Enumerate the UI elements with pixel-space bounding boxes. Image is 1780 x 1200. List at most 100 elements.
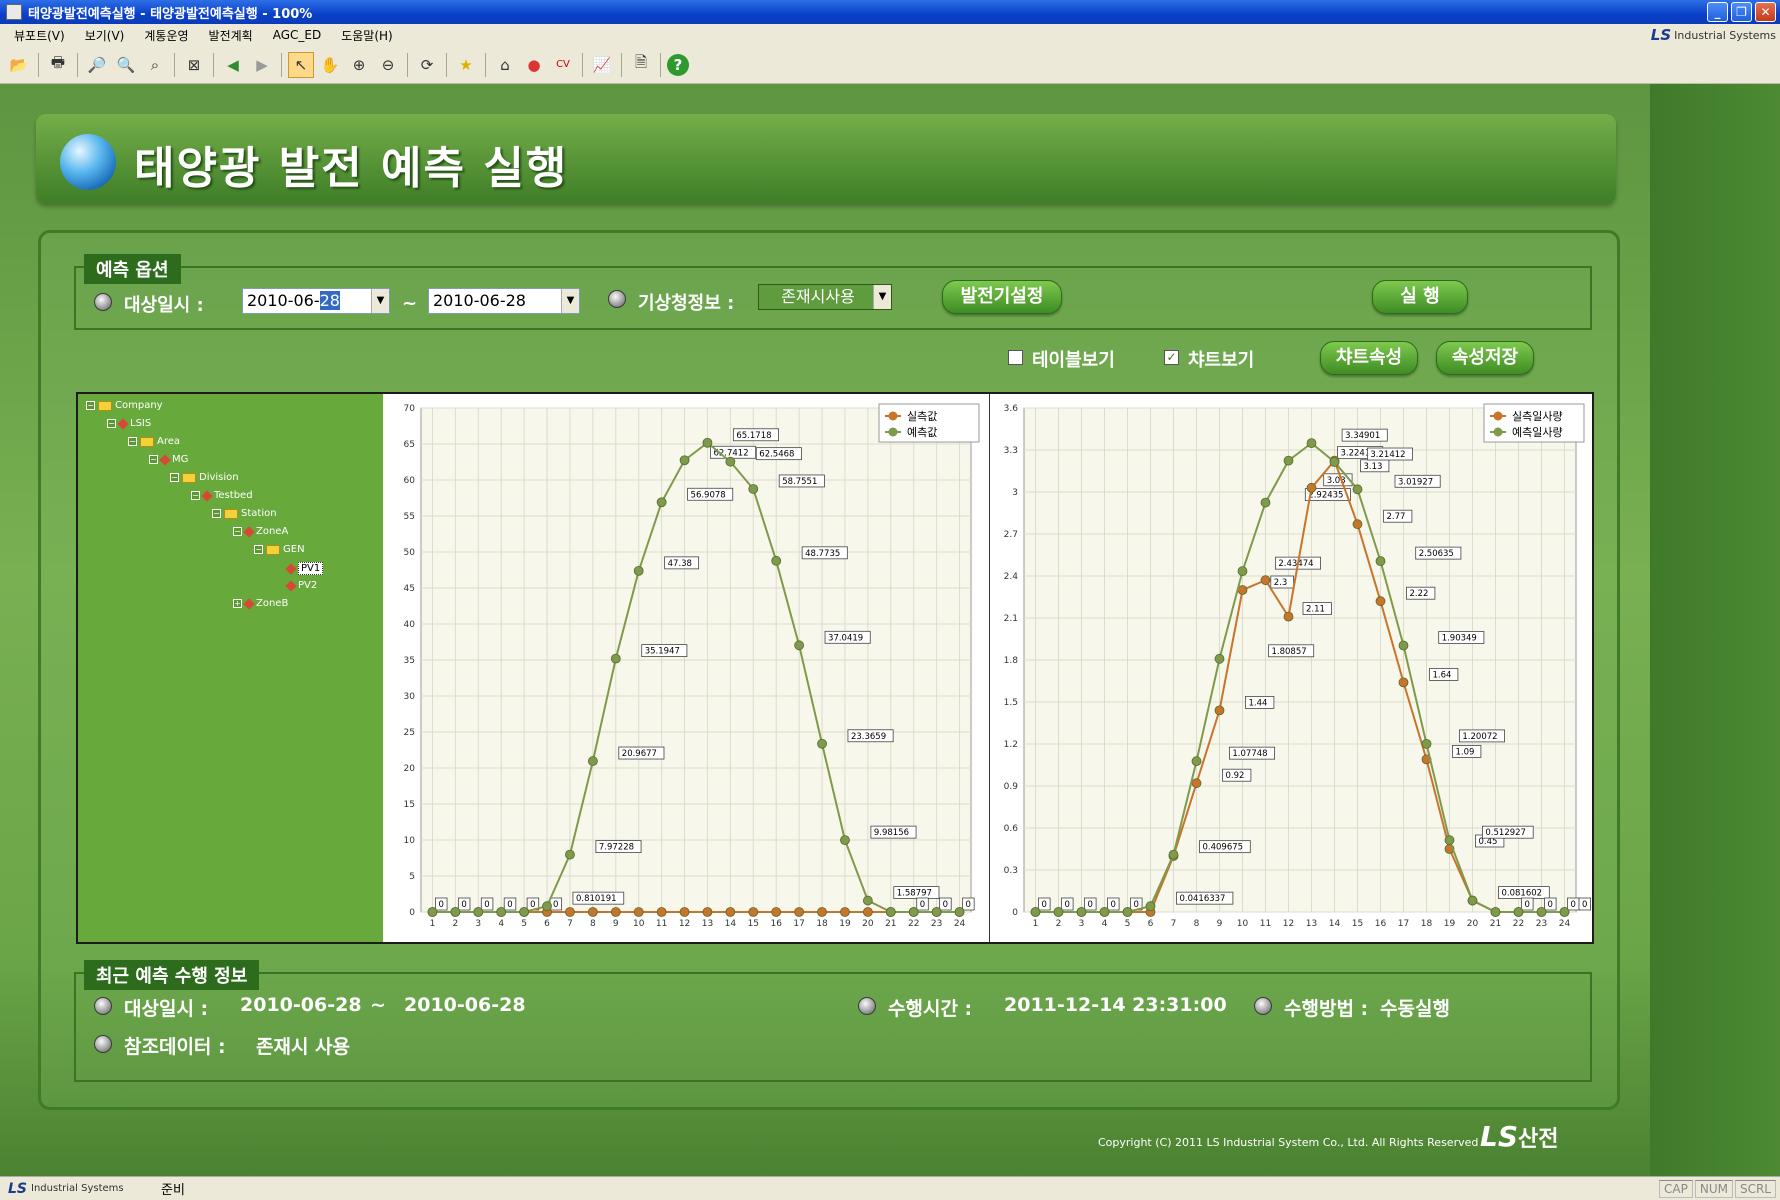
help-icon[interactable]: ? xyxy=(667,53,689,76)
folder-icon xyxy=(140,436,154,447)
series-point xyxy=(1398,640,1409,651)
chart-props-button[interactable]: 챠트속성 xyxy=(1320,341,1418,375)
find-icon[interactable]: 🔎 xyxy=(84,52,110,78)
expand-toggle-icon[interactable]: − xyxy=(233,527,242,536)
y-tick-label: 45 xyxy=(404,584,415,594)
data-label: 0.081602 xyxy=(1502,889,1543,899)
menu-grid-operation[interactable]: 계통운영 xyxy=(134,27,198,44)
alarm-icon[interactable]: 🗎 xyxy=(628,52,654,78)
data-label: 0 xyxy=(1042,900,1047,910)
y-tick-label: 2.7 xyxy=(1004,530,1018,540)
data-label: 2.50635 xyxy=(1419,549,1454,559)
tree-view: − Company − LSIS − Area − MG − Division − Testbed − S… xyxy=(78,394,383,942)
print-icon[interactable]: 🖶 xyxy=(45,52,71,78)
chart-svg: 1 2 3 4 5 6 7 8 9 10 11 12 13 14 15 16 17 18 19 20 21 22 23 240… xyxy=(404,403,980,929)
tree-node-division[interactable]: − Division xyxy=(170,472,239,483)
expand-toggle-icon[interactable]: − xyxy=(212,509,221,518)
legend-label: 예측값 xyxy=(907,426,937,439)
tree-node-area[interactable]: − Area xyxy=(128,436,180,447)
tree-node-gen[interactable]: − GEN xyxy=(254,544,305,555)
tree-node-zonea[interactable]: − ZoneA xyxy=(233,525,288,538)
expand-toggle-icon[interactable]: − xyxy=(107,419,116,428)
x-tick-label: 7 xyxy=(1171,919,1177,929)
menu-help[interactable]: 도움말(H) xyxy=(331,27,403,44)
pan-hand-icon[interactable]: ✋ xyxy=(317,52,343,78)
zoom-in-icon[interactable]: ⊕ xyxy=(346,52,372,78)
expand-toggle-icon[interactable]: − xyxy=(191,491,200,500)
chevron-down-icon[interactable]: ▼ xyxy=(371,289,389,313)
data-label: 2.43474 xyxy=(1278,559,1313,569)
tree-node-zoneb[interactable]: + ZoneB xyxy=(233,597,288,610)
pointer-icon[interactable]: ↖ xyxy=(288,51,314,78)
legend-label: 실측일사량 xyxy=(1512,409,1563,423)
generator-setting-button[interactable]: 발전기설정 xyxy=(942,280,1062,314)
tree-node-pv2[interactable]: PV2 xyxy=(275,579,317,592)
y-tick-label: 2.1 xyxy=(1004,614,1018,624)
data-label: 1.64 xyxy=(1433,670,1452,680)
chart-view-checkbox[interactable]: ✓ xyxy=(1164,350,1179,365)
tree-node-station[interactable]: − Station xyxy=(212,508,277,519)
x-tick-label: 21 xyxy=(885,919,896,929)
cv-icon[interactable]: CV xyxy=(550,52,576,78)
data-label: 0 xyxy=(1582,900,1587,910)
run-button[interactable]: 실 행 xyxy=(1372,280,1468,314)
refresh-icon[interactable]: ⟳ xyxy=(414,52,440,78)
series-point xyxy=(1559,907,1570,917)
menu-bar: 뷰포트(V) 보기(V) 계통운영 발전계획 AGC_ED 도움말(H) xyxy=(0,24,1780,46)
series-point xyxy=(587,756,598,766)
tree-node-testbed[interactable]: − Testbed xyxy=(191,489,253,502)
series-point xyxy=(587,907,598,917)
weather-radio[interactable] xyxy=(608,290,626,308)
diamond-icon xyxy=(243,597,255,610)
tree-node-mg[interactable]: − MG xyxy=(149,453,188,466)
series-point xyxy=(1306,482,1317,493)
series-point xyxy=(817,738,827,749)
expand-toggle-icon[interactable]: − xyxy=(149,455,158,464)
open-folder-icon[interactable]: 📂 xyxy=(6,52,32,78)
tree-node-pv1[interactable]: PV1 xyxy=(275,562,324,575)
scrl-indicator: SCRL xyxy=(1734,1179,1776,1198)
power-chart: 1 2 3 4 5 6 7 8 9 10 11 12 13 14 15 16 17 18 19 20 21 22 23 24 0… xyxy=(387,394,987,942)
chevron-down-icon[interactable]: ▼ xyxy=(561,289,579,313)
data-label: 1.58797 xyxy=(897,889,932,899)
expand-toggle-icon[interactable]: − xyxy=(254,545,263,554)
find-all-icon[interactable]: ⌕ xyxy=(142,52,168,78)
record-icon[interactable]: ● xyxy=(521,52,547,78)
favorites-star-icon[interactable]: ★ xyxy=(453,52,479,78)
y-tick-label: 1.8 xyxy=(1004,656,1019,666)
menu-viewport[interactable]: 뷰포트(V) xyxy=(4,27,75,44)
chevron-down-icon[interactable]: ▼ xyxy=(873,285,891,309)
fit-window-icon[interactable]: ⊠ xyxy=(181,52,207,78)
expand-toggle-icon[interactable]: + xyxy=(233,599,242,608)
table-view-checkbox[interactable] xyxy=(1008,350,1023,365)
date-from-picker[interactable]: 2010-06-28 ▼ xyxy=(242,288,390,314)
close-button[interactable]: ✕ xyxy=(1755,2,1776,22)
menu-generation-plan[interactable]: 발전계획 xyxy=(199,27,263,44)
x-tick-label: 22 xyxy=(908,919,919,929)
weather-select[interactable]: 존재시사용 ▼ xyxy=(758,284,892,310)
report-icon[interactable]: 📈 xyxy=(589,52,615,78)
forward-arrow-icon[interactable]: ▶ xyxy=(249,52,275,78)
ref-data-radio xyxy=(94,1035,112,1053)
tree-node-company[interactable]: − Company xyxy=(86,400,163,411)
tree-node-lsis[interactable]: − LSIS xyxy=(107,417,151,430)
find-next-icon[interactable]: 🔍 xyxy=(113,52,139,78)
back-arrow-icon[interactable]: ◀ xyxy=(220,52,246,78)
menu-view[interactable]: 보기(V) xyxy=(75,27,135,44)
content-box: − Company − LSIS − Area − MG − Division − Testbed − S… xyxy=(76,392,1594,944)
target-date-radio[interactable] xyxy=(94,293,112,311)
expand-toggle-icon[interactable]: − xyxy=(170,473,179,482)
series-point xyxy=(885,907,896,917)
expand-toggle-icon[interactable]: − xyxy=(128,437,137,446)
x-tick-label: 1 xyxy=(430,919,436,929)
date-to-picker[interactable]: 2010-06-28 ▼ xyxy=(428,288,580,314)
x-tick-label: 15 xyxy=(748,919,759,929)
menu-agc-ed[interactable]: AGC_ED xyxy=(263,28,332,42)
home-icon[interactable]: ⌂ xyxy=(492,52,518,78)
expand-toggle-icon[interactable]: − xyxy=(86,401,95,410)
minimize-button[interactable]: _ xyxy=(1707,2,1728,22)
zoom-out-icon[interactable]: ⊖ xyxy=(375,52,401,78)
run-method-label: 수행방법 : xyxy=(1284,998,1369,1020)
restore-button[interactable]: ❐ xyxy=(1731,2,1752,22)
save-props-button[interactable]: 속성저장 xyxy=(1436,341,1534,375)
